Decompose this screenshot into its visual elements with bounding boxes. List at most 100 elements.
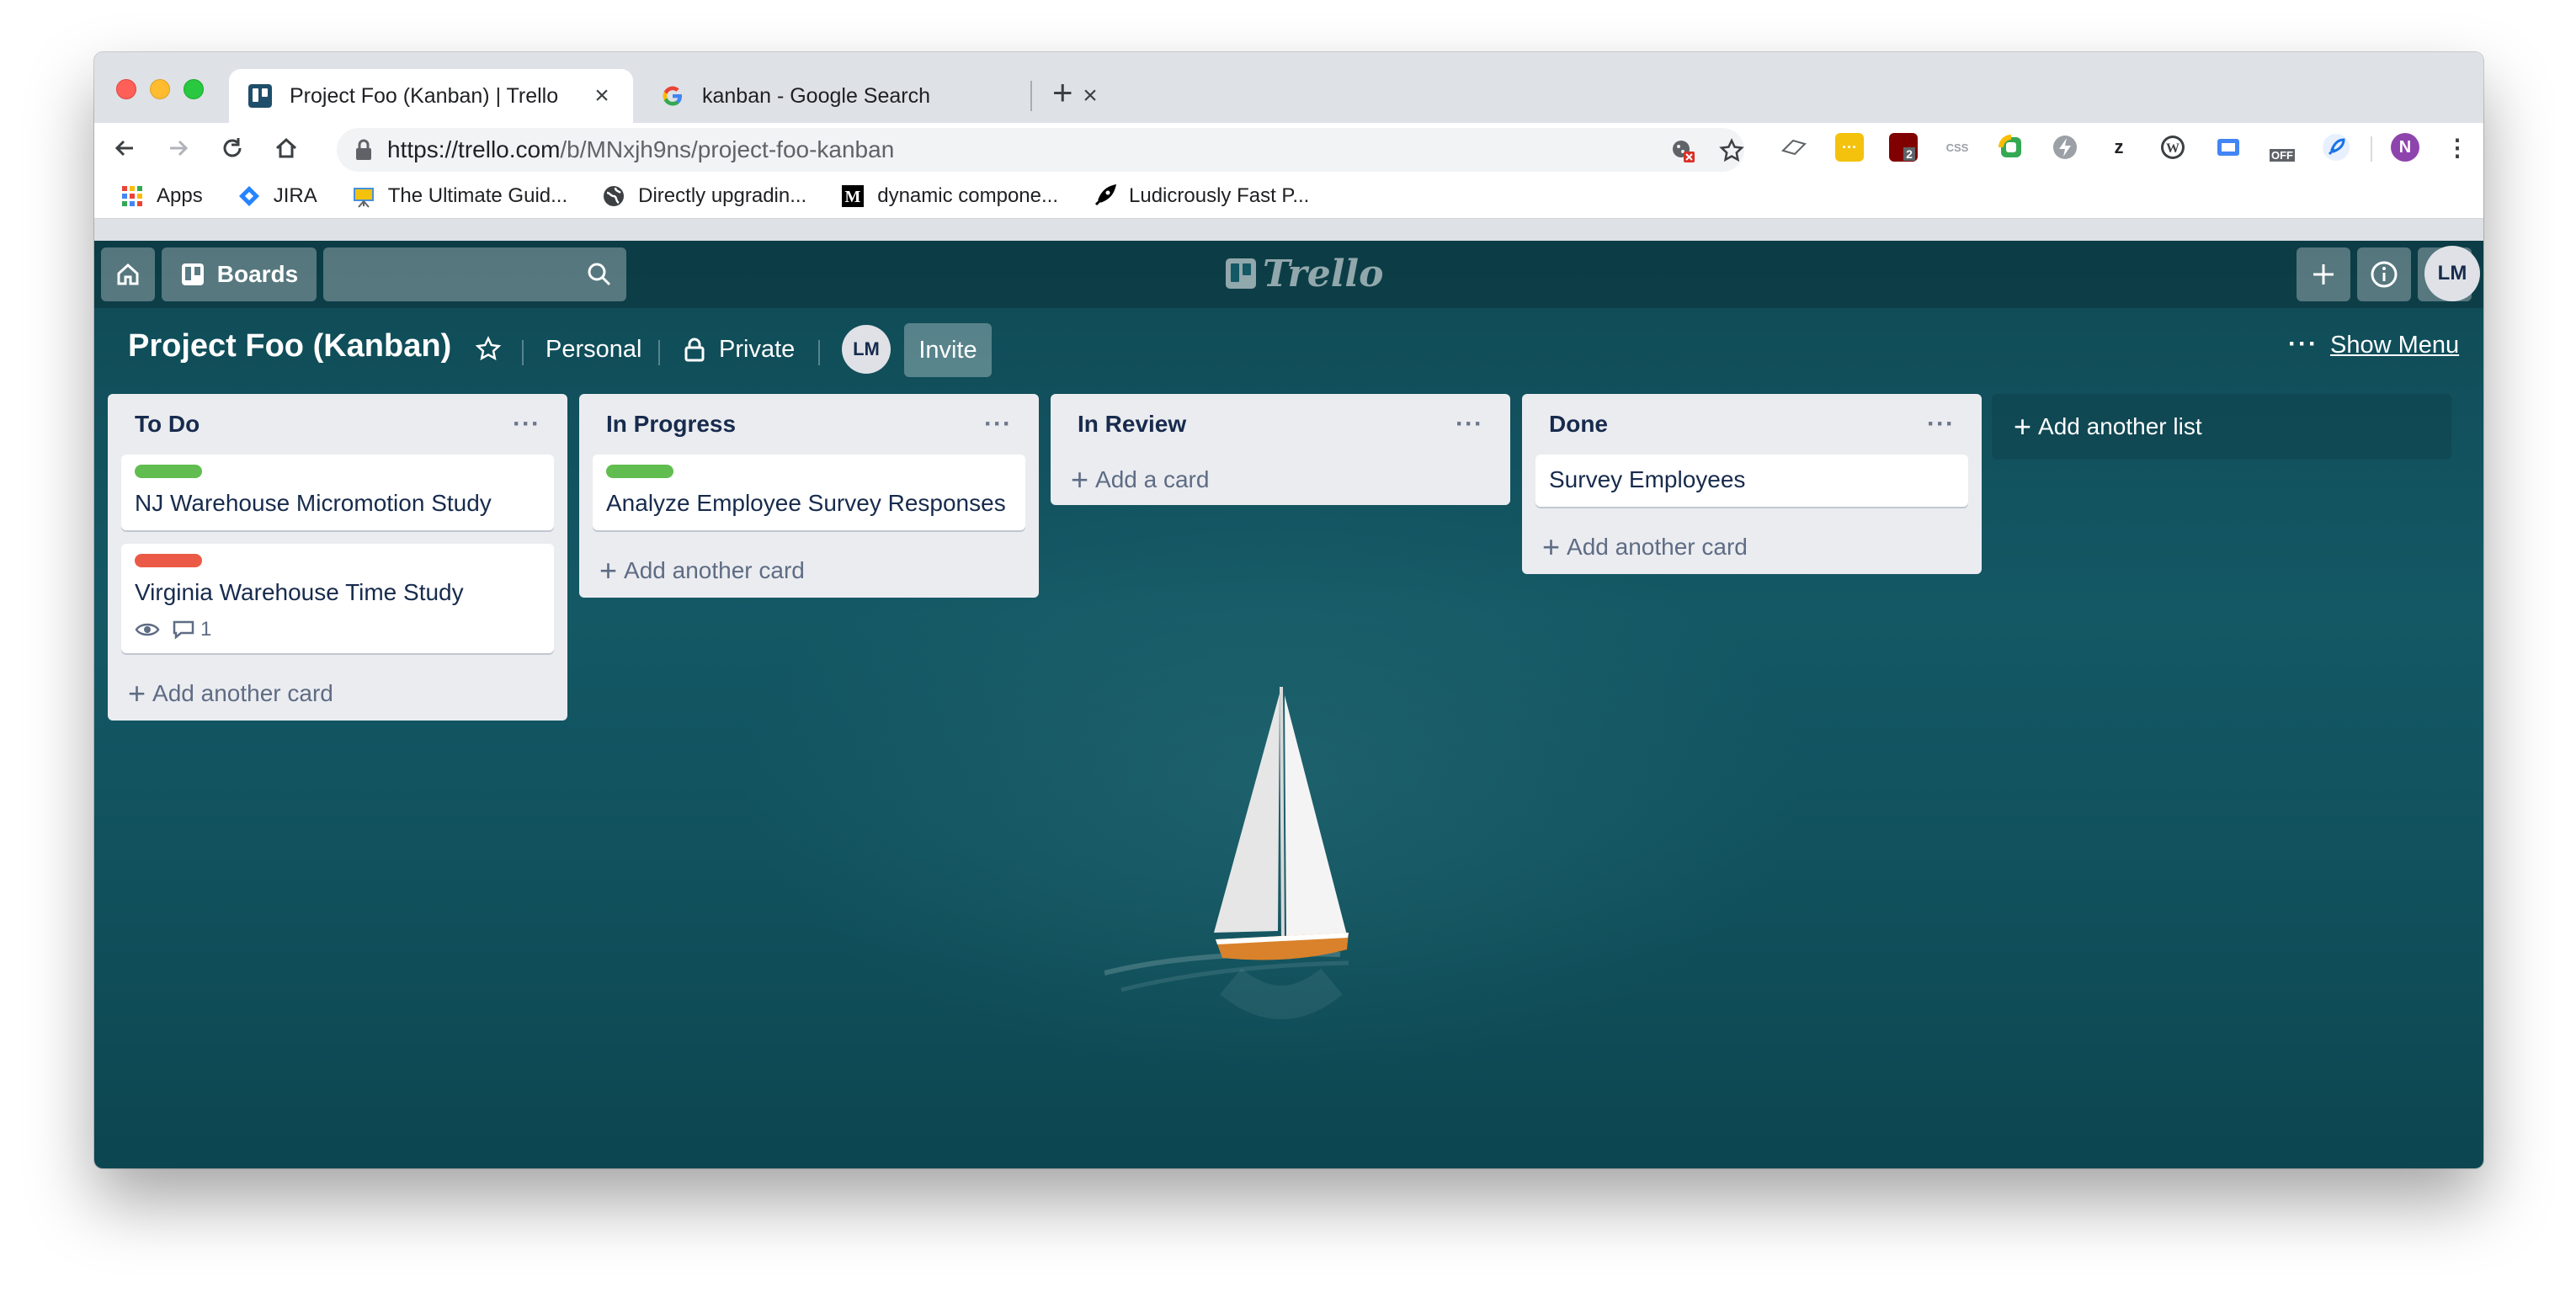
ublock-count-badge: 2	[1903, 147, 1915, 161]
list-header: To Do ···	[121, 394, 554, 455]
maximize-window-button[interactable]	[184, 79, 204, 99]
bookmark-label: Directly upgradin...	[638, 183, 807, 207]
card-title: Virginia Warehouse Time Study	[135, 579, 464, 605]
add-card-button[interactable]: + Add another card	[593, 544, 1025, 598]
list-title[interactable]: To Do	[135, 411, 200, 438]
list-title[interactable]: In Review	[1078, 411, 1186, 438]
bookmark-jira[interactable]: JIRA	[237, 183, 317, 209]
bookmark-apps[interactable]: Apps	[120, 183, 203, 209]
invite-button[interactable]: Invite	[904, 323, 992, 377]
user-avatar[interactable]: LM	[2424, 246, 2480, 301]
profile-avatar[interactable]: N	[2391, 133, 2419, 162]
close-tab-icon[interactable]: ×	[589, 82, 615, 110]
add-card-button[interactable]: + Add a card	[1064, 455, 1497, 505]
bookmark-star-icon[interactable]	[1719, 138, 1744, 169]
info-button[interactable]	[2357, 247, 2411, 301]
lightning-extension-icon[interactable]	[2051, 133, 2079, 162]
list-title[interactable]: Done	[1549, 411, 1608, 438]
notes-extension-icon[interactable]: ···	[1835, 133, 1864, 162]
bookmark-dynamic-components[interactable]: M dynamic compone...	[840, 183, 1058, 209]
lock-icon[interactable]	[354, 138, 374, 168]
home-button[interactable]	[101, 247, 155, 301]
plus-icon: +	[128, 676, 146, 710]
plus-icon: +	[599, 553, 618, 588]
card-title: NJ Warehouse Micromotion Study	[135, 490, 492, 516]
boards-button[interactable]: Boards	[162, 247, 317, 301]
medium-icon: M	[840, 183, 865, 209]
green-label[interactable]	[135, 465, 202, 478]
avatar-initials: LM	[2437, 262, 2467, 285]
create-button[interactable]	[2297, 247, 2350, 301]
visibility-label: Private	[719, 335, 796, 363]
blocked-cookie-icon[interactable]	[1670, 138, 1695, 169]
svg-text:W: W	[2166, 141, 2179, 156]
z-extension-icon[interactable]: z	[2105, 133, 2133, 162]
browser-window: Project Foo (Kanban) | Trello × kanban -…	[94, 52, 2483, 1168]
info-icon	[2371, 261, 2398, 288]
tab-google-search[interactable]: kanban - Google Search ×	[641, 69, 1121, 123]
forward-icon[interactable]	[160, 130, 197, 167]
rocket-extension-icon[interactable]	[2322, 133, 2350, 162]
star-board-button[interactable]	[475, 323, 502, 375]
card[interactable]: Survey Employees	[1535, 455, 1968, 507]
tab-trello[interactable]: Project Foo (Kanban) | Trello ×	[229, 69, 633, 123]
card[interactable]: Analyze Employee Survey Responses	[593, 455, 1025, 530]
red-label[interactable]	[135, 554, 202, 567]
tab-title: Project Foo (Kanban) | Trello	[290, 83, 559, 108]
board-search-input[interactable]	[323, 247, 626, 301]
green-label[interactable]	[606, 465, 673, 478]
team-button[interactable]: Personal	[546, 323, 641, 375]
board-header-divider	[658, 340, 660, 365]
plus-icon: +	[1071, 462, 1089, 497]
list-menu-icon[interactable]: ···	[1927, 410, 1955, 439]
tab-strip: Project Foo (Kanban) | Trello × kanban -…	[94, 52, 2483, 123]
list-in-progress: In Progress ··· Analyze Employee Survey …	[579, 394, 1039, 598]
window-extension-icon[interactable]	[2214, 133, 2243, 162]
list-menu-icon[interactable]: ···	[984, 410, 1012, 439]
bookmark-ludicrously-fast[interactable]: Ludicrously Fast P...	[1092, 183, 1309, 209]
list-title[interactable]: In Progress	[606, 411, 736, 438]
browser-menu-icon[interactable]: ⋮	[2443, 133, 2472, 162]
off-badge: OFF	[2270, 148, 2295, 162]
list-menu-icon[interactable]: ···	[1456, 410, 1483, 439]
reload-icon[interactable]	[214, 130, 251, 167]
add-card-button[interactable]: + Add another card	[121, 667, 554, 721]
home-icon	[117, 263, 139, 285]
add-list-button[interactable]: + Add another list	[1992, 394, 2451, 460]
css-extension-icon[interactable]: CSS	[1943, 133, 1972, 162]
visibility-button[interactable]: Private	[684, 323, 795, 375]
address-bar[interactable]: https://trello.com/b/MNxjh9ns/project-fo…	[337, 128, 1744, 172]
show-menu-dots-icon[interactable]: ···	[2288, 330, 2318, 359]
add-card-button[interactable]: + Add another card	[1535, 520, 1968, 574]
new-tab-button[interactable]: +	[1052, 75, 1073, 110]
bookmark-label: Ludicrously Fast P...	[1129, 183, 1310, 207]
toolbar-divider	[2371, 136, 2372, 162]
home-icon[interactable]	[268, 130, 305, 167]
card[interactable]: NJ Warehouse Micromotion Study	[121, 455, 554, 530]
minimize-window-button[interactable]	[150, 79, 170, 99]
google-icon	[660, 83, 685, 109]
list-menu-icon[interactable]: ···	[513, 410, 540, 439]
url-path: /b/MNxjh9ns/project-foo-kanban	[560, 136, 895, 162]
bookmarks-bar: Apps JIRA The Ultimate Guid... Directly …	[94, 173, 2483, 219]
add-card-label: Add another card	[152, 680, 333, 706]
back-icon[interactable]	[106, 130, 143, 167]
board-title[interactable]: Project Foo (Kanban)	[128, 328, 451, 364]
bookmark-directly-upgrading[interactable]: Directly upgradin...	[601, 183, 806, 209]
reading-extension-icon[interactable]	[1780, 133, 1808, 162]
board-member-avatar[interactable]: LM	[842, 325, 891, 374]
close-window-button[interactable]	[116, 79, 136, 99]
colorful-extension-icon[interactable]	[1997, 133, 2025, 162]
close-tab-icon[interactable]: ×	[1078, 82, 1103, 110]
off-extension-icon[interactable]: OFF	[2268, 133, 2297, 162]
add-list-label: Add another list	[2038, 413, 2202, 439]
w-extension-icon[interactable]: W	[2158, 133, 2187, 162]
ublock-extension-icon[interactable]: 2	[1889, 133, 1918, 162]
member-initials: LM	[853, 338, 880, 359]
tab-separator	[1030, 81, 1032, 111]
show-menu-link[interactable]: Show Menu	[2330, 332, 2459, 359]
bookmark-ultimate-guide[interactable]: The Ultimate Guid...	[351, 183, 567, 209]
card[interactable]: Virginia Warehouse Time Study 1	[121, 544, 554, 653]
trello-logo[interactable]: Trello	[1224, 253, 1384, 295]
card-title: Analyze Employee Survey Responses	[606, 490, 1006, 516]
